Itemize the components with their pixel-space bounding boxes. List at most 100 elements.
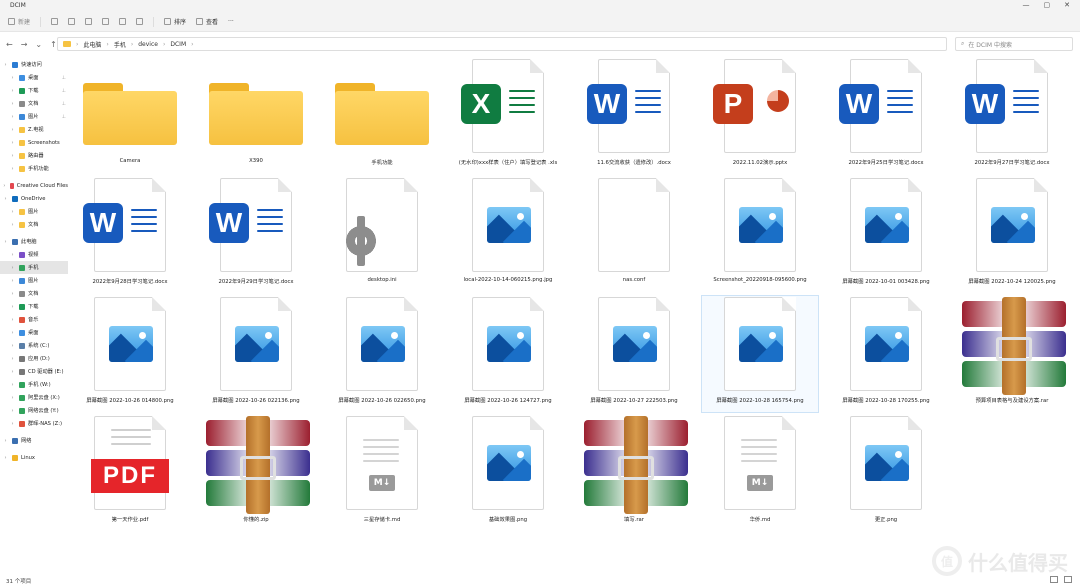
- chevron-right-icon[interactable]: ›: [9, 369, 16, 375]
- chevron-right-icon[interactable]: ›: [2, 183, 7, 189]
- chevron-right-icon[interactable]: ›: [9, 75, 16, 81]
- breadcrumb-phone[interactable]: 手机: [114, 40, 126, 49]
- minimize-button[interactable]: —: [1023, 1, 1030, 9]
- address-bar[interactable]: › 此电脑 › 手机 › device › DCIM ›: [57, 37, 947, 51]
- chevron-right-icon[interactable]: ›: [9, 209, 16, 215]
- chevron-right-icon[interactable]: ›: [9, 114, 16, 120]
- chevron-right-icon[interactable]: ›: [9, 343, 16, 349]
- sidebar-item[interactable]: › 应用 (D:): [0, 352, 68, 365]
- sidebar-item[interactable]: › 下载 ⊥: [0, 84, 68, 97]
- chevron-right-icon[interactable]: ›: [9, 278, 16, 284]
- chevron-right-icon[interactable]: ›: [9, 395, 16, 401]
- sort-button[interactable]: 排序: [164, 17, 186, 26]
- forward-icon[interactable]: →: [21, 40, 28, 49]
- sidebar-item[interactable]: › 群晖-NAS (Z:): [0, 417, 68, 430]
- file-item[interactable]: W 2022年9月28日学习笔记.docx: [72, 177, 188, 293]
- sidebar-item[interactable]: › 文档: [0, 218, 68, 231]
- sidebar-item[interactable]: › 桌面 ⊥: [0, 71, 68, 84]
- chevron-right-icon[interactable]: ›: [2, 196, 9, 202]
- chevron-right-icon[interactable]: ›: [9, 382, 16, 388]
- chevron-right-icon[interactable]: ›: [9, 304, 16, 310]
- sidebar-item[interactable]: › 图片: [0, 274, 68, 287]
- file-item[interactable]: P 2022.11.02演示.pptx: [702, 58, 818, 174]
- sidebar-item[interactable]: › OneDrive: [0, 192, 68, 205]
- up-icon[interactable]: ↑: [50, 40, 57, 49]
- chevron-right-icon[interactable]: ›: [2, 455, 9, 461]
- chevron-right-icon[interactable]: ›: [9, 317, 16, 323]
- sidebar-item[interactable]: › 手机: [0, 261, 68, 274]
- sidebar-item[interactable]: › 手机 (W:): [0, 378, 68, 391]
- sidebar-item[interactable]: › 视频: [0, 248, 68, 261]
- file-item[interactable]: 填写.rar: [576, 415, 692, 531]
- file-item[interactable]: 屏幕截图 2022-10-28 170255.png: [828, 296, 944, 412]
- file-item[interactable]: W 11.6交流收获（遗修改）.docx: [576, 58, 692, 174]
- sidebar-item[interactable]: › 系统 (C:): [0, 339, 68, 352]
- sidebar-item[interactable]: › Screenshots: [0, 136, 68, 149]
- file-item[interactable]: 屏幕截图 2022-10-01 003428.png: [828, 177, 944, 293]
- new-button[interactable]: 新建: [8, 17, 30, 26]
- sidebar-item[interactable]: › 图片: [0, 205, 68, 218]
- file-item[interactable]: desktop.ini: [324, 177, 440, 293]
- chevron-right-icon[interactable]: ›: [9, 101, 16, 107]
- share-button[interactable]: [119, 18, 127, 25]
- sidebar-item[interactable]: › 网络: [0, 434, 68, 447]
- sidebar-item[interactable]: › 文档: [0, 287, 68, 300]
- file-item[interactable]: PDF 第一天作业.pdf: [72, 415, 188, 531]
- chevron-right-icon[interactable]: ›: [2, 438, 9, 444]
- chevron-right-icon[interactable]: ›: [9, 265, 16, 271]
- sidebar-item[interactable]: › 快速访问: [0, 58, 68, 71]
- rename-button[interactable]: [102, 18, 110, 25]
- sidebar-item[interactable]: › 手机功能: [0, 162, 68, 175]
- sidebar-item[interactable]: › 网络云盘 (Y:): [0, 404, 68, 417]
- file-item[interactable]: X390: [198, 58, 314, 174]
- file-item[interactable]: 预算项目表格与及建设方案.rar: [954, 296, 1070, 412]
- file-item[interactable]: M↓ 华侨.md: [702, 415, 818, 531]
- breadcrumb-this-pc[interactable]: 此电脑: [83, 40, 101, 49]
- chevron-right-icon[interactable]: ›: [2, 62, 9, 68]
- sidebar-item[interactable]: › 音乐: [0, 313, 68, 326]
- file-item[interactable]: 屏幕截图 2022-10-26 022136.png: [198, 296, 314, 412]
- search-input[interactable]: ⌕ 在 DCIM 中搜索: [955, 37, 1073, 51]
- file-item[interactable]: 屏幕截图 2022-10-26 022650.png: [324, 296, 440, 412]
- chevron-down-icon[interactable]: ⌄: [35, 40, 42, 49]
- sidebar-item[interactable]: › 图片 ⊥: [0, 110, 68, 123]
- details-view-icon[interactable]: [1050, 576, 1058, 583]
- cut-button[interactable]: [51, 18, 59, 25]
- file-item[interactable]: Screenshot_20220918-095600.png: [702, 177, 818, 293]
- file-item[interactable]: nas.conf: [576, 177, 692, 293]
- paste-button[interactable]: [85, 18, 93, 25]
- copy-button[interactable]: [68, 18, 76, 25]
- close-button[interactable]: ✕: [1064, 1, 1070, 9]
- chevron-right-icon[interactable]: ›: [9, 88, 16, 94]
- file-item[interactable]: W 2022年9月25日学习笔记.docx: [828, 58, 944, 174]
- file-item[interactable]: W 2022年9月29日学习笔记.docx: [198, 177, 314, 293]
- delete-button[interactable]: [136, 18, 144, 25]
- sidebar-item[interactable]: › Creative Cloud Files: [0, 179, 68, 192]
- breadcrumb-dcim[interactable]: DCIM: [170, 41, 186, 48]
- more-button[interactable]: ···: [228, 18, 234, 25]
- file-item[interactable]: 屏幕截图 2022-10-27 222503.png: [576, 296, 692, 412]
- chevron-right-icon[interactable]: ›: [9, 153, 16, 159]
- maximize-button[interactable]: ▢: [1044, 1, 1051, 9]
- chevron-right-icon[interactable]: ›: [9, 252, 16, 258]
- file-item[interactable]: W 2022年9月27日学习笔记.docx: [954, 58, 1070, 174]
- chevron-right-icon[interactable]: ›: [9, 140, 16, 146]
- file-item[interactable]: Camera: [72, 58, 188, 174]
- file-item[interactable]: M↓ 三星存储卡.md: [324, 415, 440, 531]
- chevron-right-icon[interactable]: ›: [9, 166, 16, 172]
- sidebar-item[interactable]: › 下载: [0, 300, 68, 313]
- chevron-right-icon[interactable]: ›: [9, 421, 16, 427]
- file-item[interactable]: 屏幕截图 2022-10-24 120025.png: [954, 177, 1070, 293]
- sidebar-item[interactable]: › Z.电视: [0, 123, 68, 136]
- file-item[interactable]: X (无水印)xxx样表（住户）填写登记表 .xls: [450, 58, 566, 174]
- view-button[interactable]: 查看: [196, 17, 218, 26]
- sidebar-item[interactable]: › 路由器: [0, 149, 68, 162]
- sidebar-item[interactable]: › 文档 ⊥: [0, 97, 68, 110]
- chevron-right-icon[interactable]: ›: [9, 291, 16, 297]
- file-item[interactable]: 手机功能: [324, 58, 440, 174]
- sidebar-item[interactable]: › Linux: [0, 451, 68, 464]
- sidebar-item[interactable]: › 阿里云盘 (X:): [0, 391, 68, 404]
- chevron-right-icon[interactable]: ›: [9, 408, 16, 414]
- sidebar-item[interactable]: › 此电脑: [0, 235, 68, 248]
- file-item[interactable]: 基础效果图.png: [450, 415, 566, 531]
